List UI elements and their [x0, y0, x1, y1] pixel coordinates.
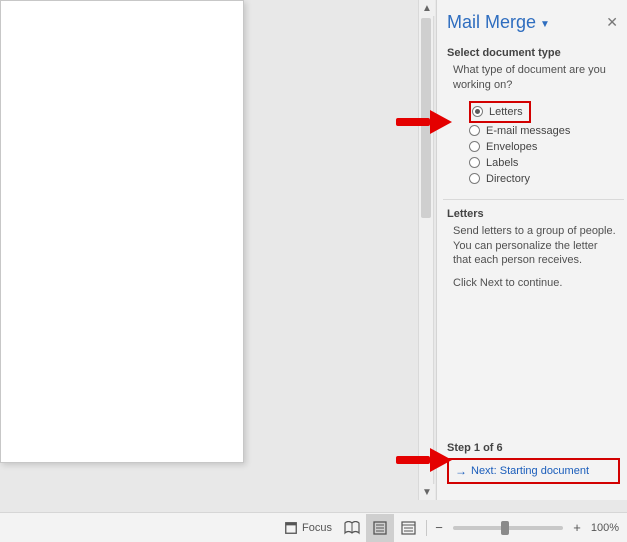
view-web-layout-button[interactable] [394, 514, 422, 542]
pane-title[interactable]: Mail Merge ▼ [447, 12, 550, 33]
focus-mode-button[interactable]: Focus [278, 514, 338, 542]
arrow-right-icon: → [455, 464, 467, 478]
divider [443, 199, 624, 200]
zoom-in-button[interactable]: + [569, 520, 585, 536]
close-icon[interactable]: ✕ [604, 12, 620, 33]
radio-icon [469, 141, 480, 152]
mail-merge-pane: Mail Merge ▼ ✕ Select document type What… [436, 0, 627, 500]
section-prompt: What type of document are you working on… [447, 61, 620, 99]
scrollbar-track[interactable] [419, 16, 433, 484]
radio-label: Labels [486, 157, 518, 169]
radio-label: Envelopes [486, 141, 537, 153]
radio-envelopes[interactable]: Envelopes [469, 139, 620, 155]
pane-title-text: Mail Merge [447, 12, 536, 33]
section-body-letters: Send letters to a group of people. You c… [447, 222, 620, 275]
zoom-slider[interactable] [453, 526, 563, 530]
zoom-slider-thumb[interactable] [501, 521, 509, 535]
focus-icon [284, 521, 298, 535]
radio-letters[interactable]: Letters [472, 104, 523, 120]
status-bar: Focus − [0, 512, 627, 542]
radio-label: E-mail messages [486, 125, 570, 137]
radio-label: Directory [486, 173, 530, 185]
divider [426, 520, 427, 536]
scrollbar-thumb[interactable] [421, 18, 431, 218]
view-read-mode-button[interactable] [338, 514, 366, 542]
vertical-scrollbar[interactable]: ▲ ▼ [418, 0, 434, 500]
doc-type-radio-group: Letters E-mail messages Envelopes Labels… [447, 99, 620, 193]
radio-icon [469, 125, 480, 136]
radio-label: Letters [489, 106, 523, 118]
print-layout-icon [373, 521, 387, 535]
read-mode-icon [344, 521, 360, 535]
next-link-text: Next: Starting document [471, 465, 589, 477]
section-title-letters: Letters [447, 208, 620, 220]
radio-icon [469, 157, 480, 168]
radio-directory[interactable]: Directory [469, 171, 620, 187]
scroll-down-icon[interactable]: ▼ [419, 484, 435, 500]
chevron-down-icon: ▼ [540, 19, 550, 30]
radio-email-messages[interactable]: E-mail messages [469, 123, 620, 139]
step-label: Step 1 of 6 [447, 442, 620, 458]
section-title-doc-type: Select document type [447, 47, 620, 59]
next-step-link[interactable]: → Next: Starting document [447, 458, 620, 484]
zoom-level[interactable]: 100% [585, 522, 627, 534]
focus-label: Focus [302, 522, 332, 534]
view-print-layout-button[interactable] [366, 514, 394, 542]
section-continue: Click Next to continue. [447, 274, 620, 297]
radio-labels[interactable]: Labels [469, 155, 620, 171]
radio-icon [472, 106, 483, 117]
document-canvas[interactable] [0, 0, 244, 463]
radio-icon [469, 173, 480, 184]
web-layout-icon [401, 521, 416, 535]
zoom-out-button[interactable]: − [431, 520, 447, 536]
scroll-up-icon[interactable]: ▲ [419, 0, 435, 16]
